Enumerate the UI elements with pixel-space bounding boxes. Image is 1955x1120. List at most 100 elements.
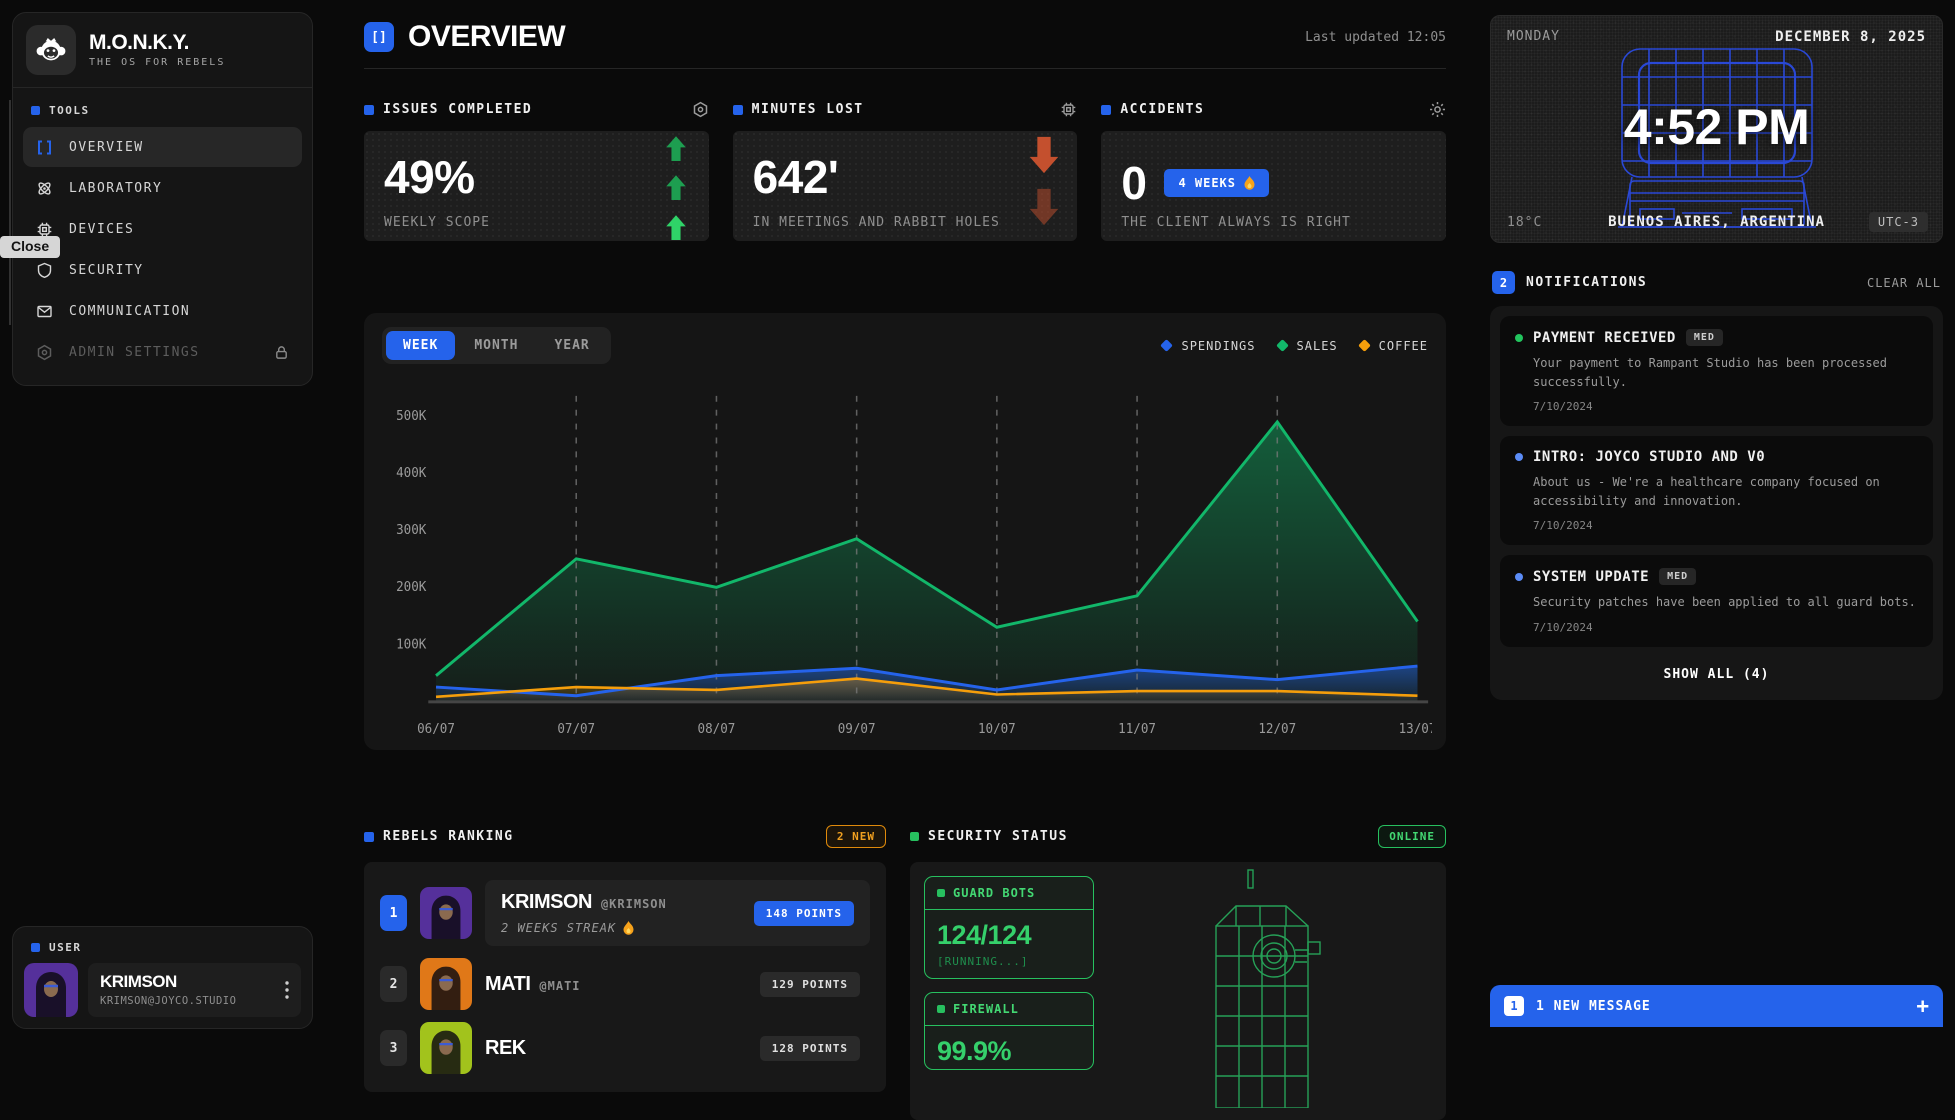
svg-text:12/07: 12/07: [1258, 722, 1296, 737]
stat-card-title: ISSUES COMPLETED: [383, 102, 532, 117]
notification-date: 7/10/2024: [1533, 621, 1918, 634]
sidebar-item-label: ADMIN SETTINGS: [69, 345, 200, 360]
security-box-value: 124/124: [925, 910, 1093, 953]
stat-card-header: ISSUES COMPLETED: [364, 101, 709, 118]
expand-plus-icon[interactable]: +: [1916, 996, 1929, 1017]
gear-icon[interactable]: [692, 101, 709, 118]
area-chart[interactable]: 100K200K300K400K500K06/0707/0708/0709/07…: [378, 374, 1432, 746]
security-box-header: GUARD BOTS: [925, 877, 1093, 910]
section-square-icon: [31, 943, 40, 952]
ranking-row-mati[interactable]: 2 MATI@MATI 129 POINTS: [376, 952, 874, 1016]
page-title: OVERVIEW: [408, 22, 565, 52]
status-dot-icon: [1515, 334, 1523, 342]
ranking-row-rek[interactable]: 3 REK 128 POINTS: [376, 1016, 874, 1080]
notifications-header: 2 NOTIFICATIONS CLEAR ALL: [1492, 271, 1941, 294]
sidebar-item-security[interactable]: SECURITY: [23, 250, 302, 290]
streak-badge: 4 WEEKS: [1164, 169, 1269, 197]
clock-date: DECEMBER 8, 2025: [1775, 29, 1926, 45]
sidebar-item-admin-settings[interactable]: ADMIN SETTINGS: [23, 332, 302, 372]
notification-date: 7/10/2024: [1533, 400, 1918, 413]
sidebar-item-label: DEVICES: [69, 222, 134, 237]
svg-text:300K: 300K: [396, 523, 427, 538]
sidebar-item-communication[interactable]: COMMUNICATION: [23, 291, 302, 331]
sidebar-item-devices[interactable]: DEVICES: [23, 209, 302, 249]
notification-title: INTRO: JOYCO STUDIO AND V0: [1533, 449, 1765, 465]
avatar: [24, 963, 78, 1017]
ranking-header: REBELS RANKING 2 NEW: [364, 825, 886, 848]
stat-card-title: ACCIDENTS: [1120, 102, 1204, 117]
online-badge: ONLINE: [1378, 825, 1446, 848]
clock-day: MONDAY: [1507, 29, 1560, 44]
legend-item-spendings[interactable]: SPENDINGS: [1162, 339, 1255, 353]
notification-date: 7/10/2024: [1533, 519, 1918, 532]
diamond-icon: [1276, 339, 1289, 352]
legend-item-sales[interactable]: SALES: [1278, 339, 1338, 353]
stat-card-minutes-lost: MINUTES LOST 642' IN MEETINGS AND RABBIT…: [733, 101, 1078, 241]
rank-badge: 2: [380, 966, 407, 1002]
status-dot-icon: [1515, 453, 1523, 461]
security-box-status: [RUNNING...]: [925, 953, 1093, 978]
ranking-row-krimson[interactable]: 1 KRIMSON@KRIMSON2 WEEKS STREAK 148 POIN…: [376, 874, 874, 952]
notifications-panel: 2 NOTIFICATIONS CLEAR ALL PAYMENT RECEIV…: [1490, 271, 1943, 700]
notification-item-system-update[interactable]: SYSTEM UPDATE MED Security patches have …: [1500, 555, 1933, 647]
lock-icon: [274, 345, 289, 360]
notification-item-payment-received[interactable]: PAYMENT RECEIVED MED Your payment to Ram…: [1500, 316, 1933, 426]
user-menu-kebab-icon[interactable]: [285, 981, 289, 999]
main-content: [] OVERVIEW Last updated 12:05 ISSUES CO…: [340, 0, 1470, 1120]
gear-icon: [36, 344, 54, 361]
last-updated: Last updated 12:05: [1305, 30, 1446, 45]
avatar: [420, 887, 472, 939]
message-count-badge: 1: [1504, 996, 1524, 1016]
notification-count-badge: 2: [1492, 271, 1515, 294]
chip-icon: [36, 221, 54, 238]
sidebar-item-label: SECURITY: [69, 263, 144, 278]
diamond-icon: [1358, 339, 1371, 352]
notification-header: SYSTEM UPDATE MED: [1515, 568, 1918, 585]
tab-year[interactable]: YEAR: [537, 331, 606, 360]
notifications-title: NOTIFICATIONS: [1526, 275, 1647, 290]
notification-header: INTRO: JOYCO STUDIO AND V0: [1515, 449, 1918, 465]
message-bar-label: 1 NEW MESSAGE: [1536, 999, 1651, 1014]
chip-icon[interactable]: [1060, 101, 1077, 118]
chart-range-tabs: WEEKMONTHYEAR: [382, 327, 611, 364]
show-all-button[interactable]: SHOW ALL (4): [1500, 657, 1933, 690]
user-section-label: USER: [24, 933, 301, 963]
close-tooltip: Close: [0, 236, 60, 258]
security-metrics: GUARD BOTS 124/124 [RUNNING...] FIREWALL…: [924, 876, 1094, 1070]
user-info-panel: KRIMSON KRIMSON@JOYCO.STUDIO: [88, 963, 301, 1017]
sidebar-item-overview[interactable]: OVERVIEW: [23, 127, 302, 167]
chart-legend: SPENDINGS SALES COFFEE: [1162, 339, 1428, 353]
brackets-icon: [36, 139, 54, 156]
sidebar-collapse-rail[interactable]: [9, 100, 11, 325]
user-card: USER KRIMSON KRIMSON@JOYCO.STUDIO: [12, 926, 313, 1029]
section-square-icon: [31, 106, 40, 115]
notification-body: Your payment to Rampant Studio has been …: [1533, 354, 1918, 391]
monkey-logo-icon: [26, 25, 76, 75]
user-handle: @KRIMSON: [601, 897, 667, 911]
tab-month[interactable]: MONTH: [457, 331, 535, 360]
legend-item-coffee[interactable]: COFFEE: [1360, 339, 1428, 353]
guard-bot-wireframe-icon: [1186, 868, 1346, 1108]
user-name: KRIMSON: [100, 973, 236, 992]
clear-all-button[interactable]: CLEAR ALL: [1867, 276, 1941, 290]
sidebar-item-laboratory[interactable]: LABORATORY: [23, 168, 302, 208]
stat-card-title: MINUTES LOST: [752, 102, 864, 117]
stat-value: 642': [753, 153, 1058, 201]
svg-text:500K: 500K: [396, 409, 427, 424]
stat-card-header: ACCIDENTS: [1101, 101, 1446, 118]
avatar: [420, 958, 472, 1010]
rank-badge: 1: [380, 895, 407, 931]
notification-body: About us - We're a healthcare company fo…: [1533, 473, 1918, 510]
clock-utc-offset: UTC-3: [1869, 212, 1928, 232]
sun-icon[interactable]: [1429, 101, 1446, 118]
green-square-icon: [937, 1005, 945, 1013]
tab-week[interactable]: WEEK: [386, 331, 455, 360]
status-dot-icon: [1515, 573, 1523, 581]
notification-item-intro-joyco-studio-and-v0[interactable]: INTRO: JOYCO STUDIO AND V0 About us - We…: [1500, 436, 1933, 545]
rebels-ranking-panel: REBELS RANKING 2 NEW 1 KRIMSON@KRIMSON2 …: [364, 825, 886, 1120]
new-message-bar[interactable]: 1 1 NEW MESSAGE +: [1490, 985, 1943, 1027]
stat-card-body: 642' IN MEETINGS AND RABBIT HOLES: [733, 131, 1078, 241]
trend-up-arrows-icon: [659, 135, 693, 241]
stat-card-caption: WEEKLY SCOPE: [384, 215, 490, 230]
rebel-name: REK: [485, 1037, 526, 1059]
